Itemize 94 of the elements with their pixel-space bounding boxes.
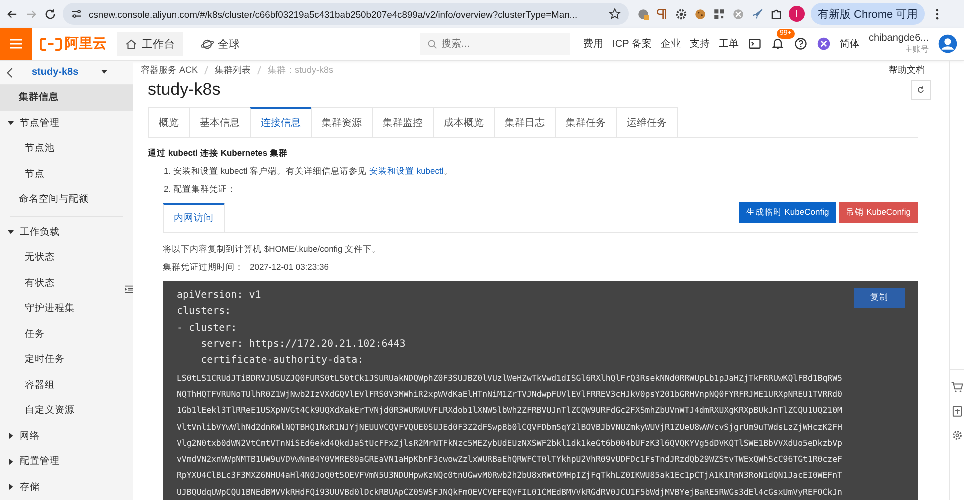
tab[interactable]: 运维任务 [616, 107, 678, 138]
help-docs-link[interactable]: 帮助文档 [889, 64, 925, 78]
extension-icon[interactable] [656, 8, 669, 20]
sidebar-item[interactable]: 定时任务 [0, 347, 133, 372]
back-icon[interactable] [6, 66, 14, 78]
user-name[interactable]: chibangde6... [868, 33, 929, 44]
qr-code-icon[interactable] [713, 8, 726, 20]
workbench-button[interactable]: 工作台 [117, 32, 183, 56]
sidebar-item[interactable]: 自定义资源 [0, 398, 133, 424]
step-text: 1. 安装和设置 kubectl 客户端。有关详细信息请参见 安装和设置 kubectl。 [164, 166, 454, 178]
address-bar[interactable]: csnew.console.aliyun.com/#/k8s/cluster/c66bf03219a5c431bab250b207e4c899a/v2/info/overview?clusterType=Man... [63, 3, 629, 25]
sidebar-group[interactable]: 工作负载 [0, 220, 133, 245]
account-type: 主账号 [905, 44, 929, 55]
profile-avatar[interactable]: I [789, 6, 805, 22]
caret-down-icon [8, 120, 14, 126]
code-line: certificate-authority-data: [200, 354, 364, 368]
sidebar-group[interactable]: 节点管理 [0, 110, 133, 136]
language-link[interactable]: 简体 [840, 37, 860, 51]
section-title: 通过 kubectl 连接 Kubernetes 集群 [148, 148, 289, 160]
code-line: server: https://172.20.21.102:6443 [200, 338, 406, 352]
site-settings-icon [71, 8, 83, 20]
extension-icon[interactable] [637, 8, 650, 20]
code-line: 1Gb1lEekl3TlRReE1USXpNVGt4Ck9UQXdXakErTVNjd0R3WURWUVFLRXdob1lXNW5lbWh2ZFRBVUJnTlZCQW9URFdGc2FXSmhZbUVnWTJ4dmRXUXgKRXpBUkJnTlZCQU1UQ210M [177, 404, 842, 418]
header-link[interactable]: 企业 [660, 37, 681, 51]
code-line: NQThHQTFVRUNoTUlhR0Z1WjNwb2IzVXdGQVlEVlFRS0V3MWhiR2xpWVdKaElHTnNiM1ZrTVJNdwpFUVlEVlFRREV3cHJkV0psY201bGRHVnpNQ0FYRFRJME1URXpNREU1TVRRd0 [177, 388, 842, 401]
code-line: UJBQUdqUWpCQU1BNEdBMVVkRHdFQi93UUVBd0lDckRBUApCZ05WSFJNQkFmOEVCVEFEQVFIL01CMEdBMVVkRGdRV0JCU1F5bWdjMVBYejBaRE5RWGs3dEl4cGsxUmVyREFOCkJn [177, 486, 842, 499]
globe-icon [201, 38, 214, 50]
expiry-label: 集群凭证过期时间： [163, 262, 244, 274]
update-chrome-button[interactable]: 有新版 Chrome 可用 [811, 3, 926, 25]
code-line: LS0tLS1CRUdJTiBDRVJUSUZJQ0FURS0tLS0tCk1JSURUakNDQWphZ0F3SUJBZ0lVUzlWeHZwTkVwd1dISGl6RXlhQlFrQ3RsekNNd0RRWUpLb1pJaHZjTkFRRUwKQlFBd1BqRW5 [177, 372, 842, 385]
sidebar-item[interactable]: 命名空间与配额 [0, 187, 133, 212]
header-link[interactable]: 支持 [690, 37, 710, 51]
code-line: - cluster: [177, 322, 238, 336]
caret-icon [100, 70, 108, 75]
settings-icon[interactable] [950, 429, 964, 442]
refresh-icon [916, 85, 926, 96]
logo-icon [40, 38, 62, 50]
home-icon [125, 38, 138, 50]
help-icon[interactable] [794, 37, 808, 51]
tab[interactable]: 内网访问 [163, 203, 225, 232]
caret-right-icon [8, 433, 14, 440]
collapse-sidebar-icon[interactable] [125, 285, 133, 294]
step-text: 2. 配置集群凭证： [164, 184, 238, 196]
sidebar-group[interactable]: 存储 [0, 474, 133, 500]
breadcrumb-link[interactable]: 容器服务 ACK [141, 64, 198, 78]
current-page-label: 集群：study-k8s [268, 64, 334, 78]
logo-text: 阿里云 [65, 35, 107, 53]
star-icon[interactable] [609, 8, 621, 20]
sidebar-item[interactable]: 守护进程集 [0, 296, 133, 322]
kubeconfig-button[interactable]: 生成临时 KubeConfig [739, 202, 836, 224]
breadcrumb-link[interactable]: 集群列表 [215, 64, 252, 78]
menu-button[interactable] [0, 28, 32, 60]
sidebar-item[interactable]: 集群信息 [0, 85, 133, 110]
code-line: apiVersion: v1 [177, 289, 262, 304]
expiry-time: 2027-12-01 03:23:36 [250, 262, 329, 274]
header-link[interactable]: 工单 [718, 37, 739, 51]
sidebar-group[interactable]: 网络 [0, 424, 133, 449]
code-line: RpYXU4ClBLc3F3MXZ6NHU4aHl4N0JoQ0t5OEVFVmN5U3NDUHpwKzNQc0tnUGwvM0Rwb2h2bU8xRWtOMHpIZjFqTkhLZ0IKWU85ak1Ec1pCTjA1K1RnN3RoN1dQN1JacEI0WEFnT [177, 469, 842, 482]
code-line: clusters: [177, 305, 232, 320]
sidebar-item[interactable]: 任务 [0, 322, 133, 347]
bell-icon[interactable] [770, 37, 785, 51]
avatar-icon[interactable] [938, 34, 958, 54]
header-link[interactable]: ICP 备案 [612, 37, 652, 51]
instruction-text: 将以下内容复制到计算机 $HOME/.kube/config 文件下。 [163, 244, 382, 256]
header-link[interactable]: 费用 [584, 37, 604, 51]
code-line: vVmdVN2xnWWpNMTB1UW9uVDVwNnB4Y0VMRE80aGREaVN1aHpKbnF3cwowZzlxWURBaEhQRWFCT0lTYkhpU2VhR09vUDFDc1FsTndJRzdQb29WZStvTWExQWhScC96TGt1R0czeF [177, 453, 842, 466]
caret-right-icon [8, 458, 14, 465]
install-link[interactable]: 安装和设置 kubectl [369, 166, 444, 176]
reload-icon[interactable] [44, 8, 57, 20]
copy-button[interactable]: 复制 [854, 288, 905, 308]
gear-icon[interactable] [675, 8, 688, 20]
caret-down-icon [8, 229, 14, 236]
code-line: VltVnlibVYwWlhNd2dnRWlNQTBHQ1NxR1NJYjNEUUVCQVFVQUE0SUJEd0F3Z2dFSwpBb0lCQVFDbm5qY2lBOVBJbVNUZmkyWUVjR1ZUeU8wWVcvSjgrUm9uTWdsLzZjWHczK2FH [177, 420, 842, 434]
page-title: study-k8s [148, 80, 221, 100]
document-icon[interactable] [950, 405, 964, 418]
sidebar-item[interactable]: 节点池 [0, 136, 133, 162]
terminal-icon[interactable] [748, 37, 762, 51]
cookie-icon[interactable] [694, 8, 707, 20]
app-icon[interactable] [816, 37, 831, 51]
sidebar-item[interactable]: 有状态 [0, 270, 133, 296]
cart-icon[interactable] [950, 381, 964, 394]
refresh-button[interactable] [911, 80, 931, 100]
tab[interactable]: 概览 [148, 107, 190, 138]
sidebar-item[interactable]: 无状态 [0, 245, 133, 270]
caret-right-icon [8, 484, 14, 490]
search-field[interactable]: 搜索... [420, 33, 570, 55]
sidebar-group[interactable]: 配置管理 [0, 449, 133, 474]
region-selector[interactable]: 全球 [193, 32, 248, 56]
cluster-selector[interactable]: study-k8s [28, 67, 112, 78]
sidebar-item[interactable]: 容器组 [0, 372, 133, 398]
menu-icon [8, 36, 24, 52]
code-line: Vlg2N0txb0dWN2VtCmtVTnNiSEd6ekd4QkdJaStUcFFxZjlsR2MrNTFkNzc5MEZybUdEUzNXSWF2bkl1dk1keGt6b004bUFzK3l6QVQKYVg5dDVKQTlSWE1BbVVXdUo5eDkzbVp [177, 436, 842, 450]
sidebar-item[interactable]: 节点 [0, 162, 133, 187]
kubeconfig-button[interactable]: 吊销 KubeConfig [839, 202, 918, 224]
